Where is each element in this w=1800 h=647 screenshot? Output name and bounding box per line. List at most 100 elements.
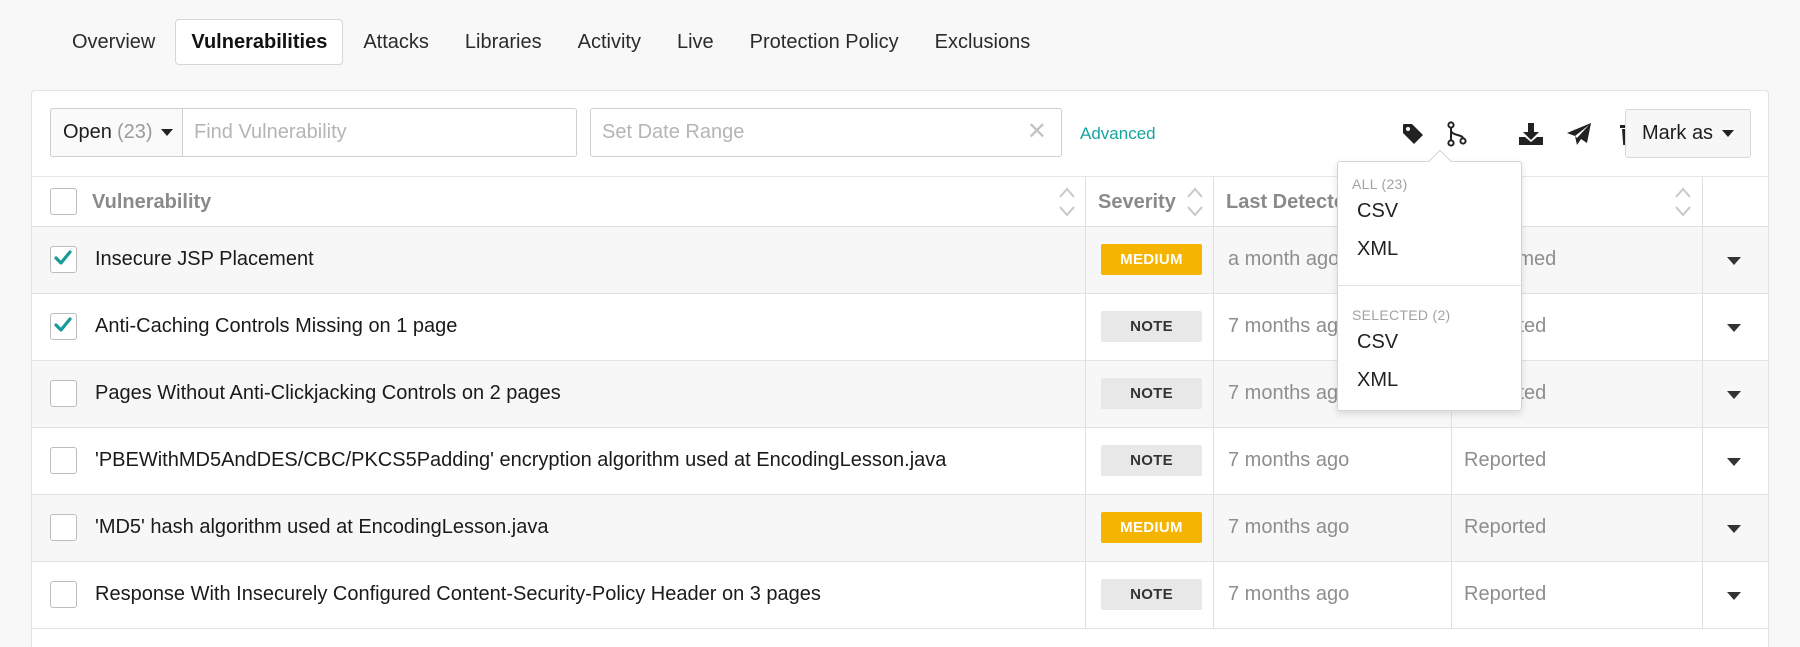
column-divider (1213, 294, 1214, 360)
date-range-input[interactable] (591, 109, 1061, 156)
last-detected-value: 7 months ago (1228, 516, 1350, 538)
last-detected-value: 7 months ago (1228, 583, 1350, 605)
row-checkbox[interactable] (50, 514, 77, 541)
chevron-down-icon[interactable] (1727, 257, 1741, 265)
chevron-down-icon[interactable] (1727, 458, 1741, 466)
column-divider (1213, 495, 1214, 561)
vulnerability-title[interactable]: 'PBEWithMD5AndDES/CBC/PKCS5Padding' encr… (95, 449, 946, 472)
column-divider (1085, 428, 1086, 494)
download-icon[interactable] (1516, 119, 1546, 149)
mark-as-button[interactable]: Mark as (1625, 109, 1751, 158)
severity-badge: NOTE (1101, 311, 1202, 342)
column-divider (1213, 562, 1214, 628)
sort-icon[interactable] (1185, 185, 1205, 219)
column-divider (1702, 227, 1703, 293)
last-detected-value: a month ago (1228, 248, 1340, 270)
chevron-down-icon[interactable] (1727, 592, 1741, 600)
severity-badge: MEDIUM (1101, 244, 1202, 275)
export-selected-header: SELECTED (2) (1352, 307, 1451, 323)
row-checkbox[interactable] (50, 313, 77, 340)
column-divider (1085, 495, 1086, 561)
search-input[interactable] (183, 108, 577, 157)
column-divider (1702, 361, 1703, 427)
checkmark-icon (54, 317, 72, 332)
chevron-down-icon (1722, 130, 1735, 137)
vulnerability-title[interactable]: Anti-Caching Controls Missing on 1 page (95, 315, 457, 338)
sort-icon[interactable] (1057, 185, 1077, 219)
merge-icon[interactable] (1442, 119, 1472, 149)
sort-icon[interactable] (1673, 185, 1693, 219)
status-filter-count: (23) (116, 121, 153, 143)
chevron-down-icon[interactable] (1727, 391, 1741, 399)
column-divider (1702, 562, 1703, 628)
send-icon[interactable] (1564, 119, 1594, 149)
vulnerability-title[interactable]: Response With Insecurely Configured Cont… (95, 583, 821, 606)
status-value: Reported (1464, 583, 1547, 605)
severity-badge: NOTE (1101, 445, 1202, 476)
export-dropdown: ALL (23) CSV XML SELECTED (2) CSV XML (1337, 149, 1522, 411)
date-range-field: ✕ (590, 108, 1062, 157)
chevron-down-icon[interactable] (1727, 525, 1741, 533)
tag-icon[interactable] (1398, 119, 1428, 149)
column-divider (1213, 227, 1214, 293)
chevron-down-icon[interactable] (1727, 324, 1741, 332)
column-divider (1213, 361, 1214, 427)
tab-bar: Overview Vulnerabilities Attacks Librari… (56, 18, 1050, 66)
vulnerability-title[interactable]: 'MD5' hash algorithm used at EncodingLes… (95, 516, 548, 539)
tab-vulnerabilities[interactable]: Vulnerabilities (175, 19, 344, 65)
vulnerability-title[interactable]: Pages Without Anti-Clickjacking Controls… (95, 382, 561, 405)
tab-protection-policy[interactable]: Protection Policy (734, 19, 915, 65)
column-divider (1213, 177, 1214, 226)
export-all-csv[interactable]: CSV (1357, 200, 1398, 223)
row-checkbox[interactable] (50, 581, 77, 608)
column-divider (1451, 562, 1452, 628)
column-divider (1085, 294, 1086, 360)
status-value: Reported (1464, 449, 1547, 471)
checkmark-icon (54, 250, 72, 265)
advanced-link[interactable]: Advanced (1080, 124, 1156, 144)
close-icon[interactable]: ✕ (1027, 120, 1047, 144)
row-checkbox[interactable] (50, 447, 77, 474)
tab-libraries[interactable]: Libraries (449, 19, 558, 65)
header-severity[interactable]: Severity (1098, 177, 1176, 227)
column-divider (1085, 361, 1086, 427)
column-divider (1702, 177, 1703, 226)
dropdown-divider (1338, 285, 1521, 286)
table-row[interactable]: 'MD5' hash algorithm used at EncodingLes… (32, 495, 1768, 562)
row-checkbox[interactable] (50, 246, 77, 273)
last-detected-value: 7 months ago (1228, 382, 1350, 404)
table-row[interactable]: Response With Insecurely Configured Cont… (32, 562, 1768, 629)
last-detected-value: 7 months ago (1228, 315, 1350, 337)
column-divider (1085, 227, 1086, 293)
tab-live[interactable]: Live (661, 19, 730, 65)
header-vulnerability[interactable]: Vulnerability (92, 177, 211, 227)
last-detected-value: 7 months ago (1228, 449, 1350, 471)
column-divider (1702, 428, 1703, 494)
status-value: Reported (1464, 516, 1547, 538)
column-divider (1451, 495, 1452, 561)
row-checkbox[interactable] (50, 380, 77, 407)
severity-badge: NOTE (1101, 579, 1202, 610)
status-filter-select[interactable]: Open (23) (50, 108, 183, 157)
vulnerability-title[interactable]: Insecure JSP Placement (95, 248, 314, 271)
export-selected-xml[interactable]: XML (1357, 369, 1398, 392)
column-divider (1085, 177, 1086, 226)
column-divider (1702, 294, 1703, 360)
select-all-checkbox[interactable] (50, 188, 77, 215)
column-divider (1213, 428, 1214, 494)
severity-badge: MEDIUM (1101, 512, 1202, 543)
mark-as-label: Mark as (1641, 122, 1714, 144)
column-divider (1702, 495, 1703, 561)
tab-activity[interactable]: Activity (562, 19, 657, 65)
export-selected-csv[interactable]: CSV (1357, 331, 1398, 354)
tab-attacks[interactable]: Attacks (347, 19, 445, 65)
severity-badge: NOTE (1101, 378, 1202, 409)
status-filter-value: Open (63, 121, 112, 143)
table-row[interactable]: 'PBEWithMD5AndDES/CBC/PKCS5Padding' encr… (32, 428, 1768, 495)
export-all-header: ALL (23) (1352, 176, 1408, 192)
chevron-down-icon (160, 129, 173, 136)
tab-overview[interactable]: Overview (56, 19, 171, 65)
tab-exclusions[interactable]: Exclusions (919, 19, 1047, 65)
export-all-xml[interactable]: XML (1357, 238, 1398, 261)
column-divider (1451, 428, 1452, 494)
